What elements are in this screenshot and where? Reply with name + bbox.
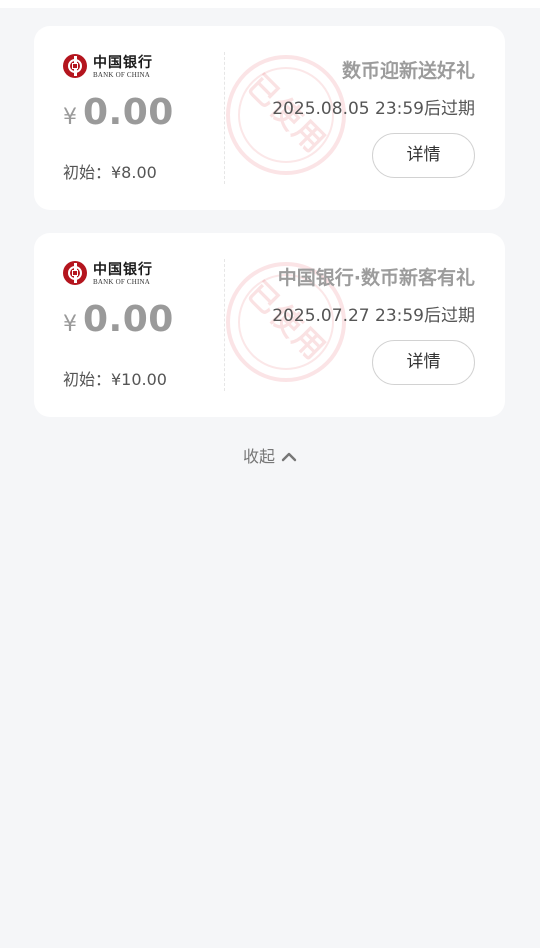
collapse-label: 收起 (242, 447, 275, 466)
coupon-title: 中国银行·数币新客有礼 (277, 267, 475, 289)
bank-of-china-logo: 中国银行 BANK OF CHINA (63, 261, 153, 289)
bank-logo-en: BANK OF CHINA (93, 278, 151, 286)
coupon-balance: ¥0.00 (63, 92, 174, 133)
bank-logo-cn: 中国银行 (93, 262, 153, 278)
coupon-card[interactable]: 中国银行 BANK OF CHINA ¥0.00 初始：¥10.00 已使用 中… (34, 233, 505, 417)
currency-symbol: ¥ (63, 312, 77, 337)
initial-amount: 初始：¥10.00 (63, 370, 167, 389)
coupon-title: 数币迎新送好礼 (341, 60, 475, 82)
chevron-up-icon (281, 448, 297, 467)
balance-value: 0.00 (83, 299, 174, 340)
bank-emblem-icon (63, 261, 87, 285)
currency-symbol: ¥ (63, 105, 77, 130)
coupon-balance: ¥0.00 (63, 299, 174, 340)
detail-button[interactable]: 详情 (372, 340, 475, 385)
bank-of-china-logo: 中国银行 BANK OF CHINA (63, 54, 153, 82)
top-strip (0, 0, 540, 8)
detail-button[interactable]: 详情 (372, 133, 475, 178)
expire-time: 2025.07.27 23:59后过期 (272, 306, 475, 326)
bank-emblem-icon (63, 54, 87, 78)
expire-time: 2025.08.05 23:59后过期 (272, 99, 475, 119)
balance-value: 0.00 (83, 92, 174, 133)
initial-amount: 初始：¥8.00 (63, 163, 157, 182)
coupon-card[interactable]: 中国银行 BANK OF CHINA ¥0.00 初始：¥8.00 已使用 数币… (34, 26, 505, 210)
bank-logo-cn: 中国银行 (93, 55, 153, 71)
bank-logo-en: BANK OF CHINA (93, 71, 151, 79)
collapse-toggle[interactable]: 收起 (0, 443, 540, 467)
